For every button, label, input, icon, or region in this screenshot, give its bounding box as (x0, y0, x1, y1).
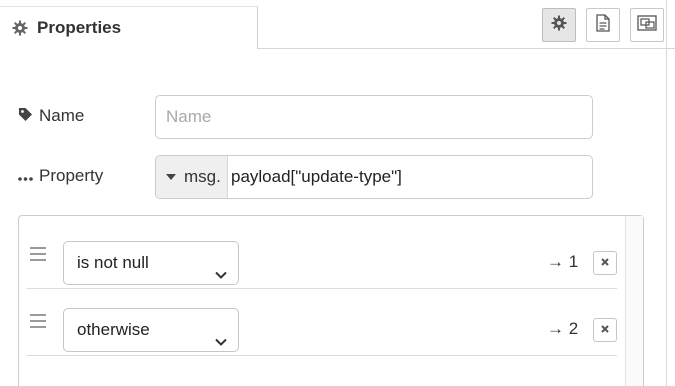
rule-output: → 1 (547, 252, 579, 271)
appearance-tab-button[interactable] (630, 8, 664, 42)
rule-operator-select[interactable]: otherwise (63, 308, 239, 352)
rule-operator-value: otherwise (77, 320, 150, 339)
panel-edge (666, 0, 667, 386)
rule-operator-select[interactable]: is not null (63, 241, 239, 285)
property-label: Property (18, 165, 103, 188)
tab-label: Properties (37, 18, 122, 37)
name-label: Name (18, 105, 84, 128)
name-input[interactable] (155, 95, 593, 139)
tab-bar: Properties (0, 0, 675, 49)
rule-operator-value: is not null (77, 253, 149, 272)
rule-output: → 2 (547, 319, 579, 338)
property-type-button[interactable]: msg. (156, 156, 228, 198)
tag-icon (18, 106, 33, 128)
caret-down-icon (166, 174, 176, 180)
property-value[interactable]: payload["update-type"] (231, 156, 402, 198)
remove-rule-button[interactable] (593, 318, 617, 342)
close-icon (600, 321, 610, 339)
settings-tab-button[interactable] (542, 8, 576, 42)
document-icon (595, 13, 611, 37)
rule-row: otherwise → 2 (27, 290, 617, 356)
property-type-label: msg. (184, 167, 221, 186)
ellipsis-icon (18, 166, 33, 188)
description-tab-button[interactable] (586, 8, 620, 42)
chevron-down-icon (214, 323, 228, 346)
rule-row: is not null → 1 (27, 223, 617, 289)
remove-rule-button[interactable] (593, 251, 617, 275)
close-icon (600, 254, 610, 272)
drag-handle-icon[interactable] (30, 247, 46, 261)
property-typed-input[interactable]: msg. payload["update-type"] (155, 155, 593, 199)
property-label-text: Property (39, 166, 104, 185)
rules-scrollbar[interactable] (625, 216, 643, 386)
gear-icon (551, 15, 567, 36)
node-editor-panel: Properties Name Name Property msg. paylo… (0, 0, 675, 386)
chevron-down-icon (214, 256, 228, 279)
rules-list[interactable]: is not null → 1 otherwise → 2 (18, 215, 644, 386)
gear-icon (12, 20, 28, 36)
tab-properties[interactable]: Properties (0, 6, 258, 49)
frame-icon (637, 14, 657, 36)
name-label-text: Name (39, 106, 85, 125)
drag-handle-icon[interactable] (30, 314, 46, 328)
